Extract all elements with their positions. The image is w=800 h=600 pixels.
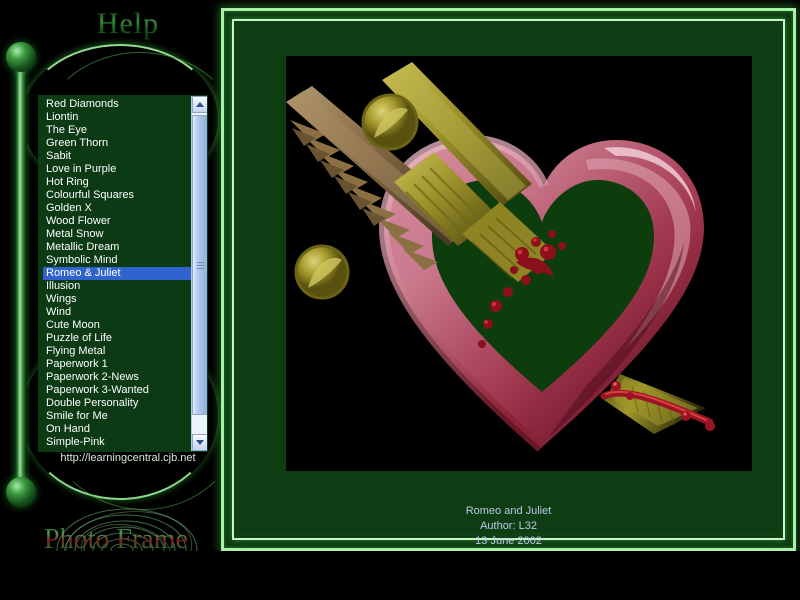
artwork-canvas[interactable] [286,56,752,471]
list-item[interactable]: Sabit [43,150,191,163]
list-item[interactable]: Golden X [43,202,191,215]
list-item[interactable]: The Eye [43,124,191,137]
list-item[interactable]: On Hand [43,423,191,436]
image-list[interactable]: Red Diamonds Liontin The Eye Green Thorn Sab… [39,96,191,451]
list-item[interactable]: Green Thorn [43,137,191,150]
chevron-up-icon [196,102,204,107]
picture-frame: Romeo and Juliet Author: L32 13 June 200… [221,8,796,551]
scrollbar-thumb[interactable] [192,115,207,415]
scrollbar-grip-icon [196,261,204,270]
website-url[interactable]: http://learningcentral.cjb.net [38,452,218,464]
list-item[interactable]: Simple-Pink [43,436,191,449]
list-item[interactable]: Love in Purple [43,163,191,176]
list-item[interactable]: Romeo & Juliet [43,267,191,280]
list-item[interactable]: Symbolic Mind [43,254,191,267]
left-panel: Help Red Diamonds Liontin The Eye Green Tho… [0,0,244,600]
decorative-rod [14,68,27,486]
list-item[interactable]: Illusion [43,280,191,293]
list-item[interactable]: Wind [43,306,191,319]
caption-title: Romeo and Juliet [465,505,552,517]
list-item[interactable]: Double Personality [43,397,191,410]
list-item[interactable]: Hot Ring [43,176,191,189]
artwork-image [286,56,752,471]
picture-frame-mat: Romeo and Juliet Author: L32 13 June 200… [240,27,777,547]
list-item[interactable]: Liontin [43,111,191,124]
list-item[interactable]: Paperwork 3-Wanted [43,384,191,397]
list-item[interactable]: Red Diamonds [43,98,191,111]
list-item[interactable]: Wood Flower [43,215,191,228]
list-item[interactable]: Smile for Me [43,410,191,423]
scroll-down-button[interactable] [192,434,207,451]
list-scrollbar[interactable] [191,96,207,451]
list-item[interactable]: Paperwork 2-News [43,371,191,384]
list-item[interactable]: Colourful Squares [43,189,191,202]
caption-date: 13 June 2002 [475,535,542,547]
scrollbar-track[interactable] [192,113,207,434]
caption-author: Author: L32 [480,520,537,532]
list-item[interactable]: Paperwork 1 [43,358,191,371]
list-item[interactable]: Flying Metal [43,345,191,358]
chevron-down-icon [196,440,204,445]
list-item[interactable]: Metallic Dream [43,241,191,254]
list-item[interactable]: Wings [43,293,191,306]
photo-frame-app: Help Red Diamonds Liontin The Eye Green Tho… [0,0,800,600]
image-listbox[interactable]: Red Diamonds Liontin The Eye Green Thorn Sab… [38,95,208,452]
list-item[interactable]: Cute Moon [43,319,191,332]
picture-frame-inner-bevel: Romeo and Juliet Author: L32 13 June 200… [232,19,785,547]
scroll-up-button[interactable] [192,96,207,113]
help-title[interactable]: Help [78,8,178,42]
rod-knob-top-icon [6,42,36,72]
list-item[interactable]: Metal Snow [43,228,191,241]
list-item[interactable]: Puzzle of Life [43,332,191,345]
artwork-caption: Romeo and Juliet Author: L32 13 June 200… [240,504,777,549]
bottom-bar: quit About... next [0,551,800,600]
rod-knob-bottom-icon [6,477,36,507]
